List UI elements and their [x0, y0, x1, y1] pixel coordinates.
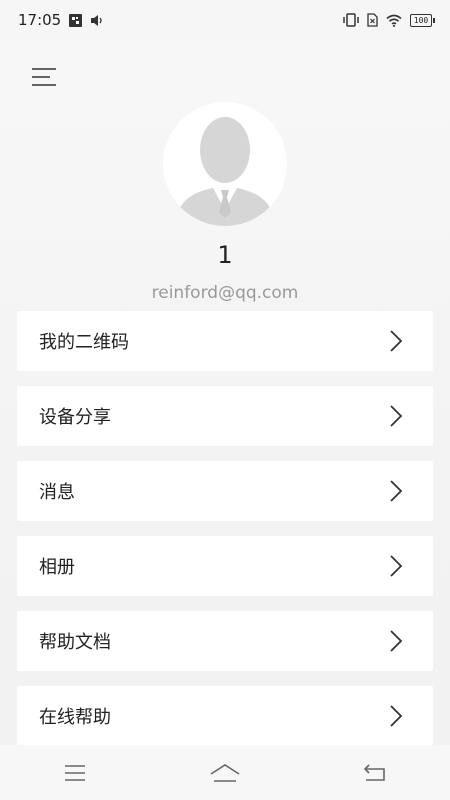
clock: 17:05 [18, 11, 62, 29]
status-right: 100 [343, 13, 435, 27]
menu-item-label: 消息 [39, 482, 75, 503]
menu-item-qr-code[interactable]: 我的二维码 [17, 311, 433, 371]
system-nav-bar [0, 745, 450, 800]
battery-icon: 100 [410, 13, 435, 27]
back-icon[interactable] [345, 753, 405, 793]
chevron-right-icon [390, 705, 403, 727]
chevron-right-icon [390, 555, 403, 577]
chevron-right-icon [390, 480, 403, 502]
no-sim-icon [367, 13, 378, 27]
chevron-right-icon [390, 330, 403, 352]
profile-screen: 1 reinford@qq.com 我的二维码 设备分享 消息 相册 帮助文档 … [0, 40, 450, 746]
volume-icon [90, 14, 104, 27]
vibrate-icon [343, 13, 359, 27]
app-notification-icon [69, 13, 83, 27]
menu-item-online-help[interactable]: 在线帮助 [17, 686, 433, 746]
user-email: reinford@qq.com [151, 283, 299, 303]
person-silhouette-icon [175, 117, 275, 226]
menu-item-label: 设备分享 [39, 407, 111, 428]
menu-item-label: 帮助文档 [39, 632, 111, 653]
avatar[interactable] [163, 102, 287, 226]
menu-item-messages[interactable]: 消息 [17, 461, 433, 521]
hamburger-menu-icon[interactable] [30, 66, 58, 88]
chevron-right-icon [390, 630, 403, 652]
menu-item-label: 在线帮助 [39, 707, 111, 728]
username: 1 [217, 241, 233, 269]
menu-item-device-share[interactable]: 设备分享 [17, 386, 433, 446]
menu-item-label: 我的二维码 [39, 332, 129, 353]
recent-apps-icon[interactable] [45, 753, 105, 793]
status-left: 17:05 [18, 11, 104, 29]
home-icon[interactable] [195, 753, 255, 793]
wifi-icon [386, 14, 402, 27]
chevron-right-icon [390, 405, 403, 427]
menu-item-album[interactable]: 相册 [17, 536, 433, 596]
menu-item-help-docs[interactable]: 帮助文档 [17, 611, 433, 671]
status-bar: 17:05 100 [0, 0, 450, 40]
menu-list: 我的二维码 设备分享 消息 相册 帮助文档 在线帮助 [17, 311, 433, 761]
menu-item-label: 相册 [39, 557, 75, 578]
